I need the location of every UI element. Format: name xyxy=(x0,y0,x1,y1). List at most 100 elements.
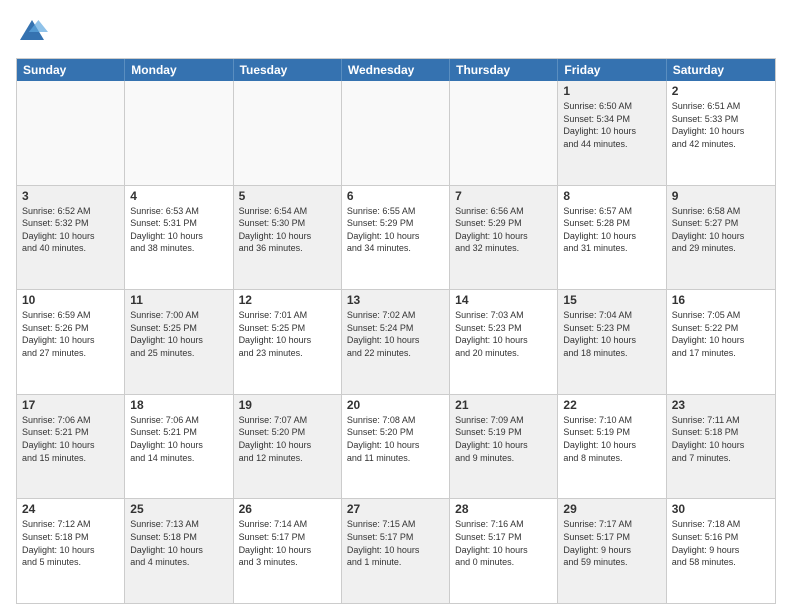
day-info: Sunrise: 6:57 AM Sunset: 5:28 PM Dayligh… xyxy=(563,205,660,255)
day-number: 30 xyxy=(672,502,770,516)
weekday-header: Tuesday xyxy=(234,59,342,81)
day-number: 13 xyxy=(347,293,444,307)
day-number: 15 xyxy=(563,293,660,307)
day-info: Sunrise: 7:06 AM Sunset: 5:21 PM Dayligh… xyxy=(130,414,227,464)
calendar-row: 24Sunrise: 7:12 AM Sunset: 5:18 PM Dayli… xyxy=(17,498,775,603)
calendar-cell: 2 Sunrise: 6:51 AM Sunset: 5:33 PM Daylig… xyxy=(667,81,775,185)
calendar-cell: 24Sunrise: 7:12 AM Sunset: 5:18 PM Dayli… xyxy=(17,499,125,603)
weekday-header: Friday xyxy=(558,59,666,81)
calendar-cell: 4 Sunrise: 6:53 AM Sunset: 5:31 PM Daylig… xyxy=(125,186,233,290)
calendar-cell: 27 Sunrise: 7:15 AM Sunset: 5:17 PM Dayli… xyxy=(342,499,450,603)
day-number: 21 xyxy=(455,398,552,412)
calendar-cell: 7Sunrise: 6:56 AM Sunset: 5:29 PM Daylig… xyxy=(450,186,558,290)
calendar-cell: 18 Sunrise: 7:06 AM Sunset: 5:21 PM Dayli… xyxy=(125,395,233,499)
day-info: Sunrise: 7:07 AM Sunset: 5:20 PM Dayligh… xyxy=(239,414,336,464)
calendar-cell: 5 Sunrise: 6:54 AM Sunset: 5:30 PM Daylig… xyxy=(234,186,342,290)
calendar-cell: 13 Sunrise: 7:02 AM Sunset: 5:24 PM Dayli… xyxy=(342,290,450,394)
calendar: SundayMondayTuesdayWednesdayThursdayFrid… xyxy=(16,58,776,604)
calendar-cell xyxy=(342,81,450,185)
day-number: 18 xyxy=(130,398,227,412)
day-info: Sunrise: 7:18 AM Sunset: 5:16 PM Dayligh… xyxy=(672,518,770,568)
weekday-header: Saturday xyxy=(667,59,775,81)
calendar-cell: 15 Sunrise: 7:04 AM Sunset: 5:23 PM Dayli… xyxy=(558,290,666,394)
day-info: Sunrise: 6:54 AM Sunset: 5:30 PM Dayligh… xyxy=(239,205,336,255)
weekday-header: Wednesday xyxy=(342,59,450,81)
calendar-cell: 16 Sunrise: 7:05 AM Sunset: 5:22 PM Dayli… xyxy=(667,290,775,394)
day-number: 29 xyxy=(563,502,660,516)
calendar-cell: 22 Sunrise: 7:10 AM Sunset: 5:19 PM Dayli… xyxy=(558,395,666,499)
day-number: 19 xyxy=(239,398,336,412)
day-info: Sunrise: 7:09 AM Sunset: 5:19 PM Dayligh… xyxy=(455,414,552,464)
calendar-cell xyxy=(234,81,342,185)
day-number: 12 xyxy=(239,293,336,307)
calendar-cell: 12 Sunrise: 7:01 AM Sunset: 5:25 PM Dayli… xyxy=(234,290,342,394)
day-info: Sunrise: 7:05 AM Sunset: 5:22 PM Dayligh… xyxy=(672,309,770,359)
day-info: Sunrise: 7:16 AM Sunset: 5:17 PM Dayligh… xyxy=(455,518,552,568)
day-info: Sunrise: 7:02 AM Sunset: 5:24 PM Dayligh… xyxy=(347,309,444,359)
day-info: Sunrise: 7:00 AM Sunset: 5:25 PM Dayligh… xyxy=(130,309,227,359)
day-number: 6 xyxy=(347,189,444,203)
day-number: 22 xyxy=(563,398,660,412)
day-info: Sunrise: 6:59 AM Sunset: 5:26 PM Dayligh… xyxy=(22,309,119,359)
calendar-cell: 3 Sunrise: 6:52 AM Sunset: 5:32 PM Daylig… xyxy=(17,186,125,290)
calendar-cell: 17Sunrise: 7:06 AM Sunset: 5:21 PM Dayli… xyxy=(17,395,125,499)
day-number: 8 xyxy=(563,189,660,203)
page: SundayMondayTuesdayWednesdayThursdayFrid… xyxy=(0,0,792,612)
day-info: Sunrise: 7:15 AM Sunset: 5:17 PM Dayligh… xyxy=(347,518,444,568)
day-number: 7 xyxy=(455,189,552,203)
day-info: Sunrise: 7:08 AM Sunset: 5:20 PM Dayligh… xyxy=(347,414,444,464)
day-number: 27 xyxy=(347,502,444,516)
day-number: 17 xyxy=(22,398,119,412)
weekday-header: Sunday xyxy=(17,59,125,81)
calendar-cell xyxy=(125,81,233,185)
day-info: Sunrise: 7:01 AM Sunset: 5:25 PM Dayligh… xyxy=(239,309,336,359)
weekday-header: Thursday xyxy=(450,59,558,81)
day-number: 11 xyxy=(130,293,227,307)
day-number: 5 xyxy=(239,189,336,203)
calendar-row: 10 Sunrise: 6:59 AM Sunset: 5:26 PM Dayli… xyxy=(17,289,775,394)
calendar-row: 1 Sunrise: 6:50 AM Sunset: 5:34 PM Daylig… xyxy=(17,81,775,185)
day-info: Sunrise: 6:52 AM Sunset: 5:32 PM Dayligh… xyxy=(22,205,119,255)
header xyxy=(16,16,776,48)
calendar-cell: 26Sunrise: 7:14 AM Sunset: 5:17 PM Dayli… xyxy=(234,499,342,603)
day-info: Sunrise: 6:55 AM Sunset: 5:29 PM Dayligh… xyxy=(347,205,444,255)
calendar-row: 17 Sunrise: 7:06 AM Sunset: 5:21 PM Dayli… xyxy=(17,394,775,499)
calendar-cell: 29 Sunrise: 7:17 AM Sunset: 5:17 PM Dayli… xyxy=(558,499,666,603)
day-number: 3 xyxy=(22,189,119,203)
day-number: 14 xyxy=(455,293,552,307)
calendar-cell: 8 Sunrise: 6:57 AM Sunset: 5:28 PM Daylig… xyxy=(558,186,666,290)
day-number: 2 xyxy=(672,84,770,98)
calendar-cell: 25Sunrise: 7:13 AM Sunset: 5:18 PM Dayli… xyxy=(125,499,233,603)
day-number: 20 xyxy=(347,398,444,412)
calendar-row: 3 Sunrise: 6:52 AM Sunset: 5:32 PM Daylig… xyxy=(17,185,775,290)
day-info: Sunrise: 6:51 AM Sunset: 5:33 PM Dayligh… xyxy=(672,100,770,150)
calendar-cell: 6 Sunrise: 6:55 AM Sunset: 5:29 PM Daylig… xyxy=(342,186,450,290)
calendar-cell: 20 Sunrise: 7:08 AM Sunset: 5:20 PM Dayli… xyxy=(342,395,450,499)
day-info: Sunrise: 7:11 AM Sunset: 5:18 PM Dayligh… xyxy=(672,414,770,464)
calendar-header: SundayMondayTuesdayWednesdayThursdayFrid… xyxy=(17,59,775,81)
calendar-cell: 9 Sunrise: 6:58 AM Sunset: 5:27 PM Daylig… xyxy=(667,186,775,290)
calendar-cell: 23Sunrise: 7:11 AM Sunset: 5:18 PM Dayli… xyxy=(667,395,775,499)
day-number: 4 xyxy=(130,189,227,203)
day-number: 28 xyxy=(455,502,552,516)
calendar-cell: 14Sunrise: 7:03 AM Sunset: 5:23 PM Dayli… xyxy=(450,290,558,394)
day-info: Sunrise: 7:17 AM Sunset: 5:17 PM Dayligh… xyxy=(563,518,660,568)
calendar-cell: 1 Sunrise: 6:50 AM Sunset: 5:34 PM Daylig… xyxy=(558,81,666,185)
day-info: Sunrise: 7:14 AM Sunset: 5:17 PM Dayligh… xyxy=(239,518,336,568)
calendar-body: 1 Sunrise: 6:50 AM Sunset: 5:34 PM Daylig… xyxy=(17,81,775,603)
day-number: 10 xyxy=(22,293,119,307)
day-info: Sunrise: 7:04 AM Sunset: 5:23 PM Dayligh… xyxy=(563,309,660,359)
day-info: Sunrise: 6:58 AM Sunset: 5:27 PM Dayligh… xyxy=(672,205,770,255)
calendar-cell xyxy=(450,81,558,185)
day-info: Sunrise: 6:50 AM Sunset: 5:34 PM Dayligh… xyxy=(563,100,660,150)
day-info: Sunrise: 7:10 AM Sunset: 5:19 PM Dayligh… xyxy=(563,414,660,464)
day-number: 16 xyxy=(672,293,770,307)
day-info: Sunrise: 6:53 AM Sunset: 5:31 PM Dayligh… xyxy=(130,205,227,255)
day-info: Sunrise: 7:13 AM Sunset: 5:18 PM Dayligh… xyxy=(130,518,227,568)
day-info: Sunrise: 7:12 AM Sunset: 5:18 PM Dayligh… xyxy=(22,518,119,568)
day-number: 9 xyxy=(672,189,770,203)
day-number: 1 xyxy=(563,84,660,98)
logo xyxy=(16,16,52,48)
calendar-cell: 19 Sunrise: 7:07 AM Sunset: 5:20 PM Dayli… xyxy=(234,395,342,499)
logo-icon xyxy=(16,16,48,48)
